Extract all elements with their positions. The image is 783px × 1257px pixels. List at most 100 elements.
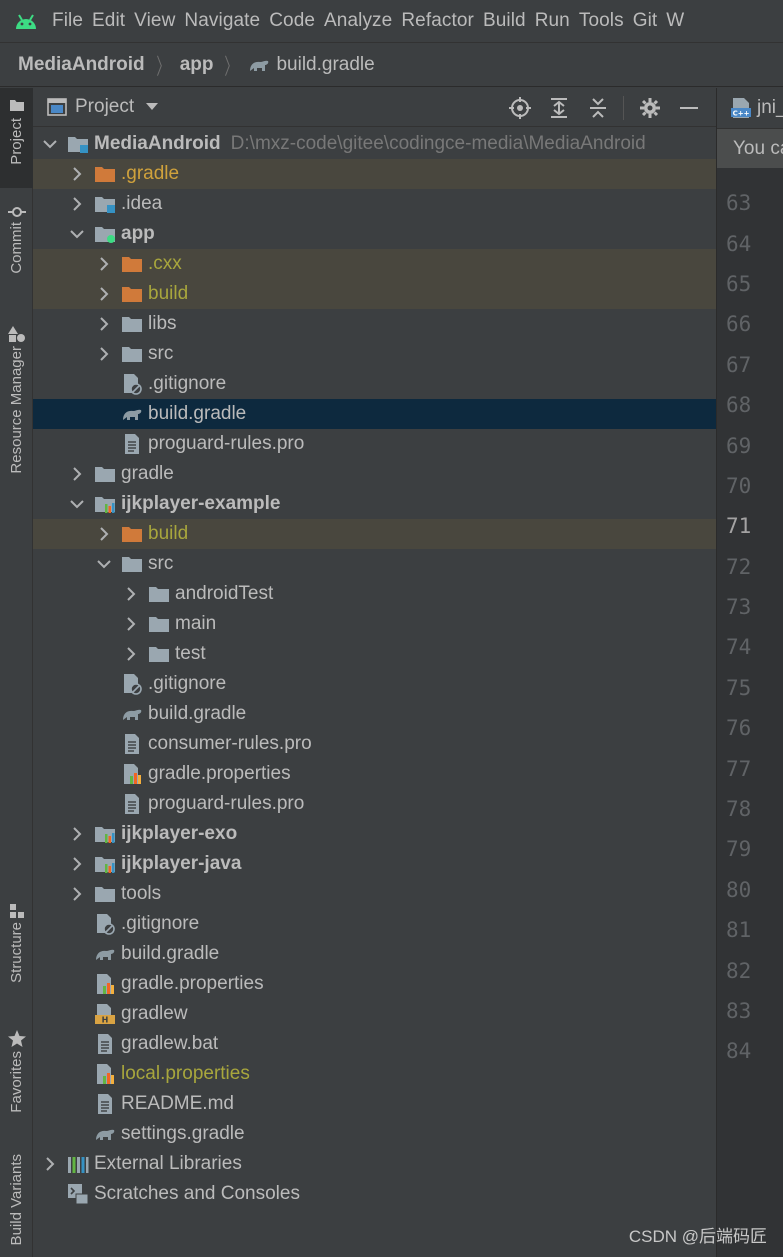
chevron-right-icon[interactable] [68,849,86,879]
tree-row[interactable]: ijkplayer-exo [33,819,716,849]
tree-row[interactable]: .gitignore [33,669,716,699]
menu-window[interactable]: W [665,10,692,32]
tree-row[interactable]: gradle.properties [33,759,716,789]
chevron-right-icon[interactable] [95,309,113,339]
chevron-right-icon[interactable] [95,519,113,549]
hide-panel-icon[interactable] [669,88,708,127]
chevron-right-icon[interactable] [68,819,86,849]
library-module-icon [94,853,116,875]
project-panel-header: Project [33,88,716,127]
tree-row[interactable]: libs [33,309,716,339]
excluded-folder-icon [121,253,143,275]
tree-row[interactable]: test [33,639,716,669]
tree-item-label: src [148,343,174,364]
tool-tab-structure[interactable]: Structure [0,898,33,998]
tree-row[interactable]: .cxx [33,249,716,279]
chevron-down-icon[interactable] [68,489,86,519]
expand-all-icon[interactable] [539,88,578,127]
chevron-down-icon[interactable] [146,103,159,111]
tree-row[interactable]: androidTest [33,579,716,609]
chevron-right-icon[interactable] [95,279,113,309]
tree-row[interactable]: Scratches and Consoles [33,1179,716,1209]
tree-row[interactable]: ijkplayer-example [33,489,716,519]
tree-row[interactable]: gradlew.bat [33,1029,716,1059]
tree-row[interactable]: build.gradle [33,699,716,729]
tree-row[interactable]: ijkplayer-java [33,849,716,879]
chevron-right-icon[interactable] [68,159,86,189]
breadcrumb-file[interactable]: build.gradle [276,54,374,76]
menu-code[interactable]: Code [268,10,323,32]
chevron-down-icon[interactable] [95,549,113,579]
line-number: 72 [726,554,752,579]
tree-item-label: gradlew [121,1003,188,1024]
tree-row[interactable]: .gradle [33,159,716,189]
tree-row[interactable]: consumer-rules.pro [33,729,716,759]
tree-row[interactable]: Hgradlew [33,999,716,1029]
tree-row[interactable]: proguard-rules.pro [33,789,716,819]
tree-row[interactable]: build.gradle [33,399,716,429]
tool-tab-build-variants[interactable]: Build Variants [0,1154,33,1257]
chevron-right-icon[interactable] [68,459,86,489]
tree-row[interactable]: local.properties [33,1059,716,1089]
tree-row[interactable]: app [33,219,716,249]
folder-icon [121,553,143,575]
collapse-all-icon[interactable] [578,88,617,127]
tree-row[interactable]: README.md [33,1089,716,1119]
chevron-right-icon[interactable] [68,189,86,219]
chevron-down-icon[interactable] [68,219,86,249]
tree-row[interactable]: .idea [33,189,716,219]
chevron-down-icon[interactable] [41,129,59,159]
line-number: 75 [726,675,752,700]
chevron-right-icon[interactable] [95,339,113,369]
tree-row[interactable]: tools [33,879,716,909]
tree-row[interactable]: build [33,519,716,549]
gradle-icon [248,57,270,73]
tree-row[interactable]: proguard-rules.pro [33,429,716,459]
tree-row[interactable]: build [33,279,716,309]
chevron-right-icon[interactable] [122,639,140,669]
locate-file-icon[interactable] [500,88,539,127]
resource-manager-icon [7,326,26,342]
tool-tab-project[interactable]: Project [0,88,33,188]
tool-tab-resource-manager[interactable]: Resource Manager [0,320,33,500]
chevron-right-icon[interactable] [122,609,140,639]
chevron-right-icon[interactable] [122,579,140,609]
gear-icon[interactable] [630,88,669,127]
line-number: 81 [726,918,752,943]
tree-row[interactable]: src [33,549,716,579]
breadcrumb-module[interactable]: app [180,54,214,76]
tree-item-label: consumer-rules.pro [148,733,312,754]
chevron-right-icon[interactable] [95,249,113,279]
menu-build[interactable]: Build [482,10,534,32]
tree-row[interactable]: .gitignore [33,909,716,939]
gradle-icon [94,943,116,965]
tree-row[interactable]: External Libraries [33,1149,716,1179]
tool-tab-favorites[interactable]: Favorites [0,1024,33,1134]
chevron-right-icon[interactable] [68,879,86,909]
menu-run[interactable]: Run [534,10,578,32]
tree-row[interactable]: gradle [33,459,716,489]
project-view-selector[interactable]: Project [75,96,134,118]
menu-tools[interactable]: Tools [578,10,632,32]
tool-tab-commit[interactable]: Commit [0,200,33,300]
line-number: 83 [726,999,752,1023]
menu-refactor[interactable]: Refactor [400,10,482,32]
tree-row[interactable]: MediaAndroid D:\mxz-code\gitee\codingce-m… [33,129,716,159]
menu-view[interactable]: View [133,10,183,32]
tree-row[interactable]: src [33,339,716,369]
menu-edit[interactable]: Edit [91,10,133,32]
chevron-right-icon[interactable] [41,1149,59,1179]
menu-file[interactable]: File [52,10,91,32]
tree-row[interactable]: main [33,609,716,639]
panel-toolbar [500,88,708,127]
tree-row[interactable]: settings.gradle [33,1119,716,1149]
tree-row[interactable]: gradle.properties [33,969,716,999]
menu-navigate[interactable]: Navigate [183,10,268,32]
tree-row[interactable]: .gitignore [33,369,716,399]
breadcrumb-project[interactable]: MediaAndroid [18,54,145,76]
tree-row[interactable]: build.gradle [33,939,716,969]
idea-folder-icon [94,193,116,215]
menu-analyze[interactable]: Analyze [323,10,400,32]
editor-tab[interactable]: C++ jni_ [717,88,783,129]
menu-git[interactable]: Git [632,10,666,32]
